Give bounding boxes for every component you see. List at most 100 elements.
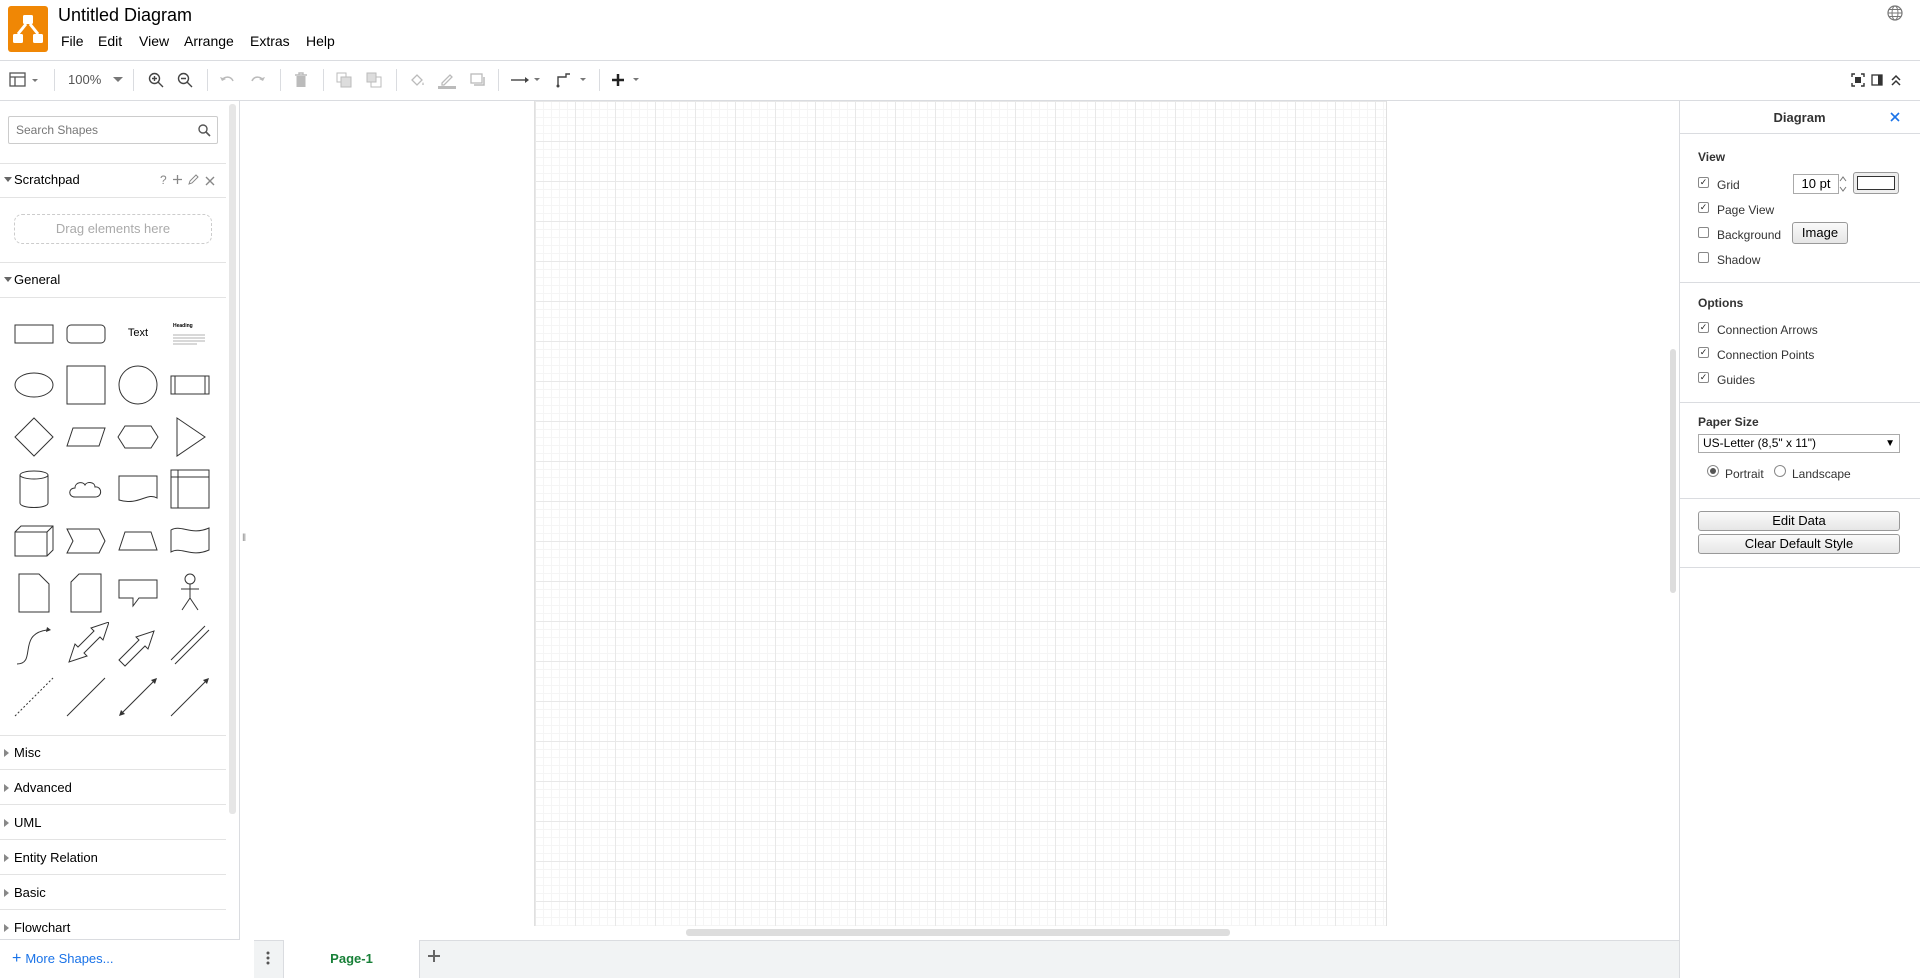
shape-note[interactable] bbox=[11, 570, 57, 616]
shape-step[interactable] bbox=[63, 518, 109, 564]
shape-card[interactable] bbox=[63, 570, 109, 616]
shape-directional-connector[interactable] bbox=[167, 674, 213, 720]
waypoints-icon[interactable] bbox=[556, 70, 592, 90]
search-shapes-input[interactable]: Search Shapes bbox=[8, 116, 218, 144]
shape-cube[interactable] bbox=[11, 518, 57, 564]
diagram-page-grid[interactable] bbox=[534, 101, 1387, 926]
format-panel-toggle-icon[interactable] bbox=[8, 70, 44, 90]
shape-parallelogram[interactable] bbox=[63, 414, 109, 460]
misc-section-header[interactable]: Misc bbox=[0, 736, 226, 770]
zoom-out-icon[interactable] bbox=[175, 70, 195, 90]
zoom-dropdown-chevron-icon[interactable] bbox=[108, 70, 128, 90]
basic-section-header[interactable]: Basic bbox=[0, 876, 226, 910]
connection-style-icon[interactable] bbox=[510, 70, 546, 90]
zoom-level[interactable]: 100% bbox=[68, 72, 101, 87]
background-checkbox[interactable] bbox=[1698, 227, 1709, 238]
shape-circle[interactable] bbox=[115, 362, 161, 408]
shape-link[interactable] bbox=[167, 622, 213, 668]
landscape-radio[interactable] bbox=[1774, 465, 1786, 477]
to-back-icon[interactable] bbox=[364, 70, 384, 90]
toolbar-divider bbox=[323, 69, 324, 91]
shape-bidirectional-connector[interactable] bbox=[115, 674, 161, 720]
shape-line[interactable] bbox=[63, 674, 109, 720]
grid-size-stepper-icon[interactable] bbox=[1838, 174, 1848, 197]
shape-process[interactable] bbox=[167, 362, 213, 408]
background-image-button[interactable]: Image bbox=[1792, 222, 1848, 244]
diagram-title[interactable]: Untitled Diagram bbox=[58, 5, 192, 26]
shape-triangle[interactable] bbox=[167, 414, 213, 460]
scratchpad-edit-pencil-icon[interactable] bbox=[188, 173, 199, 188]
redo-icon[interactable] bbox=[248, 70, 268, 90]
scratchpad-help-icon[interactable]: ? bbox=[160, 173, 167, 187]
scratchpad-add-icon[interactable] bbox=[172, 173, 183, 188]
shape-dashed-line[interactable] bbox=[11, 674, 57, 720]
menu-extras[interactable]: Extras bbox=[250, 33, 290, 49]
shape-curve[interactable] bbox=[11, 622, 57, 668]
shape-bidirectional-arrow[interactable] bbox=[63, 621, 110, 668]
menu-edit[interactable]: Edit bbox=[98, 33, 122, 49]
shape-actor[interactable] bbox=[167, 570, 213, 616]
sidebar-scrollbar[interactable] bbox=[229, 104, 236, 814]
shape-cylinder[interactable] bbox=[11, 466, 57, 512]
page-menu-icon[interactable] bbox=[266, 948, 270, 971]
more-shapes-link[interactable]: + More Shapes... bbox=[12, 950, 114, 968]
general-section-header[interactable]: General bbox=[0, 263, 226, 298]
shape-rounded-rectangle[interactable] bbox=[63, 310, 109, 356]
shape-ellipse[interactable] bbox=[11, 362, 57, 408]
shape-callout[interactable] bbox=[115, 570, 161, 616]
shape-trapezoid[interactable] bbox=[115, 518, 161, 564]
grid-checkbox[interactable]: ✓ bbox=[1698, 177, 1709, 188]
canvas-vertical-scrollbar[interactable] bbox=[1670, 349, 1676, 593]
shape-text[interactable]: Text bbox=[115, 310, 161, 356]
format-panel-icon[interactable] bbox=[1867, 70, 1887, 90]
close-panel-icon[interactable] bbox=[1890, 109, 1900, 125]
fit-window-icon[interactable] bbox=[1848, 70, 1868, 90]
language-globe-icon[interactable] bbox=[1887, 5, 1903, 21]
fill-color-icon[interactable] bbox=[407, 70, 427, 90]
page-tab-page-1[interactable]: Page-1 bbox=[283, 940, 420, 978]
shape-hexagon[interactable] bbox=[115, 414, 161, 460]
paper-size-heading: Paper Size bbox=[1698, 415, 1759, 429]
shadow-icon[interactable] bbox=[468, 70, 488, 90]
page-view-checkbox[interactable]: ✓ bbox=[1698, 202, 1709, 213]
uml-section-header[interactable]: UML bbox=[0, 806, 226, 840]
insert-plus-icon[interactable] bbox=[611, 70, 647, 90]
add-page-icon[interactable] bbox=[426, 948, 442, 967]
undo-icon[interactable] bbox=[217, 70, 237, 90]
grid-size-input[interactable]: 10 pt bbox=[1793, 174, 1839, 194]
shape-internal-storage[interactable] bbox=[167, 466, 213, 512]
scratchpad-drop-zone[interactable]: Drag elements here bbox=[14, 214, 212, 244]
edit-data-button[interactable]: Edit Data bbox=[1698, 511, 1900, 531]
clear-default-style-button[interactable]: Clear Default Style bbox=[1698, 534, 1900, 554]
guides-checkbox[interactable]: ✓ bbox=[1698, 372, 1709, 383]
connection-points-checkbox[interactable]: ✓ bbox=[1698, 347, 1709, 358]
shape-arrow[interactable] bbox=[115, 622, 161, 668]
sidebar-resize-handle[interactable]: ‖ bbox=[242, 533, 246, 544]
shape-diamond[interactable] bbox=[11, 414, 57, 460]
zoom-in-icon[interactable] bbox=[146, 70, 166, 90]
portrait-radio[interactable] bbox=[1707, 465, 1719, 477]
shape-rectangle[interactable] bbox=[11, 310, 57, 356]
grid-color-swatch[interactable] bbox=[1853, 172, 1899, 194]
menu-arrange[interactable]: Arrange bbox=[184, 33, 234, 49]
shape-square[interactable] bbox=[63, 362, 109, 408]
shape-cloud[interactable] bbox=[63, 466, 109, 512]
paper-size-select[interactable]: US-Letter (8,5" x 11") ▼ bbox=[1698, 434, 1900, 453]
connection-arrows-checkbox[interactable]: ✓ bbox=[1698, 322, 1709, 333]
menu-help[interactable]: Help bbox=[306, 33, 335, 49]
menu-file[interactable]: File bbox=[61, 33, 84, 49]
delete-trash-icon[interactable] bbox=[291, 70, 311, 90]
scratchpad-close-icon[interactable] bbox=[205, 174, 215, 189]
shadow-checkbox[interactable] bbox=[1698, 252, 1709, 263]
collapse-chevron-up-icon[interactable] bbox=[1886, 70, 1906, 90]
canvas-horizontal-scrollbar[interactable] bbox=[686, 929, 1230, 936]
entity-relation-section-header[interactable]: Entity Relation bbox=[0, 841, 226, 875]
shape-tape[interactable] bbox=[167, 518, 213, 564]
menu-view[interactable]: View bbox=[139, 33, 169, 49]
shape-document[interactable] bbox=[115, 466, 161, 512]
line-color-icon[interactable] bbox=[437, 70, 457, 90]
search-icon[interactable] bbox=[198, 124, 211, 137]
to-front-icon[interactable] bbox=[334, 70, 354, 90]
advanced-section-header[interactable]: Advanced bbox=[0, 771, 226, 805]
shape-heading-textbox[interactable]: Heading bbox=[167, 310, 213, 356]
